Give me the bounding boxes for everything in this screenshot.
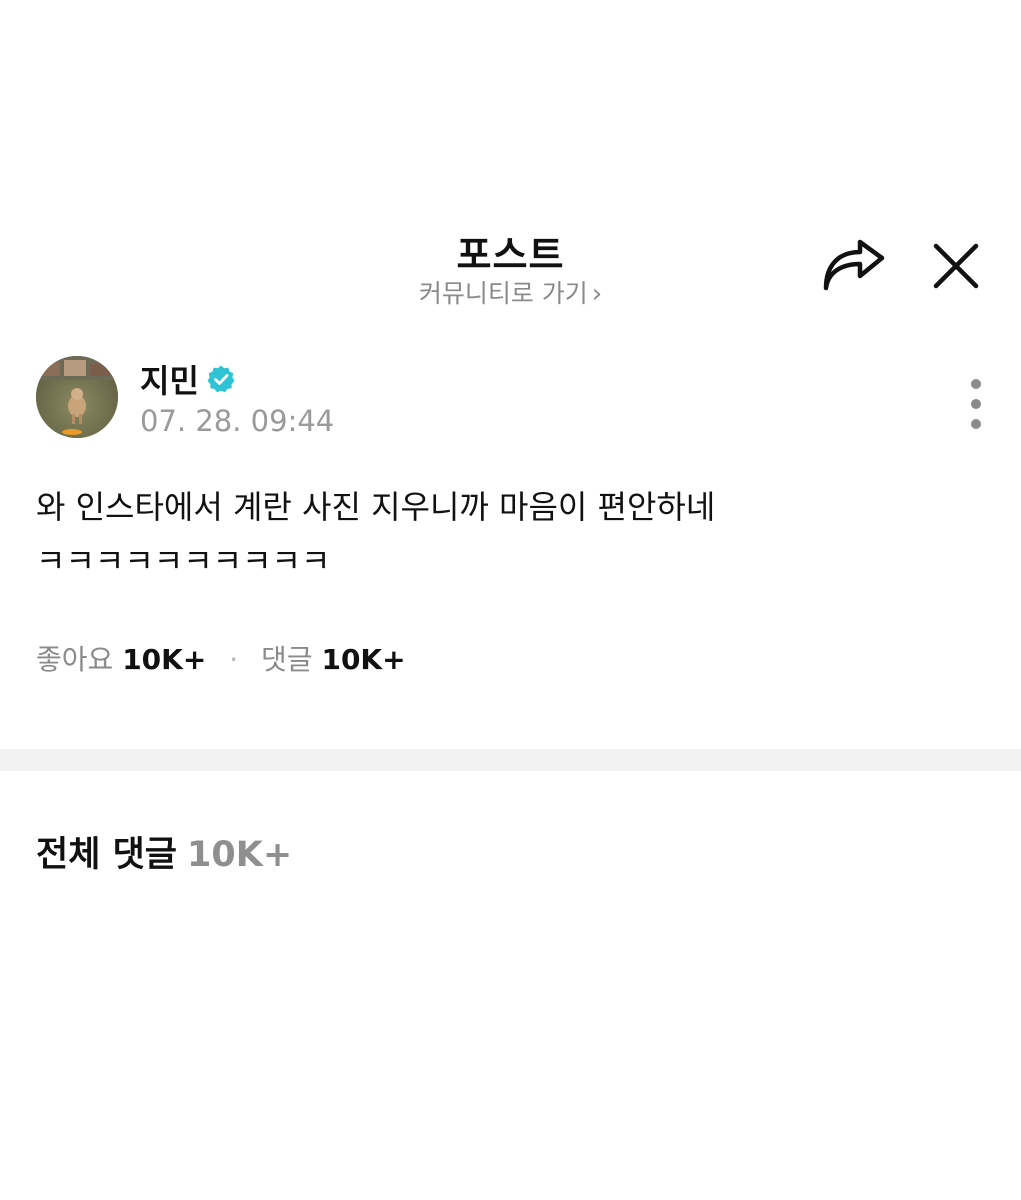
comments-section-count: 10K+ <box>187 835 293 875</box>
section-divider <box>0 749 1021 771</box>
post-stats: 좋아요 10K+ · 댓글 10K+ <box>36 638 406 678</box>
top-bar: 포스트 커뮤니티로 가기 › <box>0 210 1021 320</box>
avatar-image <box>36 356 118 438</box>
verified-badge-icon <box>207 365 235 393</box>
share-arrow-icon <box>823 239 885 291</box>
avatar[interactable] <box>36 356 118 438</box>
more-vertical-icon <box>971 379 981 429</box>
share-button[interactable] <box>820 238 888 294</box>
community-link-label: 커뮤니티로 가기 <box>418 279 588 308</box>
likes-count[interactable]: 10K+ <box>122 643 206 676</box>
author-name[interactable]: 지민 <box>140 356 199 402</box>
post-detail-screen: 포스트 커뮤니티로 가기 › 지민 07. 28. 09:44 와 인스타에서 … <box>0 0 1021 1200</box>
likes-label: 좋아요 <box>36 643 114 676</box>
stats-separator: · <box>229 643 239 676</box>
post-author-row: 지민 07. 28. 09:44 <box>0 352 1021 448</box>
comments-section-header: 전체 댓글 10K+ <box>36 826 292 877</box>
close-icon <box>933 243 979 289</box>
post-timestamp: 07. 28. 09:44 <box>140 404 335 438</box>
close-button[interactable] <box>928 238 984 294</box>
chevron-right-icon: › <box>591 279 603 309</box>
comments-count[interactable]: 10K+ <box>321 643 405 676</box>
post-body-text: 와 인스타에서 계란 사진 지우니까 마음이 편안하네 ㅋㅋㅋㅋㅋㅋㅋㅋㅋㅋ <box>36 488 716 580</box>
more-options-button[interactable] <box>956 376 996 436</box>
comments-label: 댓글 <box>261 643 313 676</box>
comments-section-title: 전체 댓글 <box>36 835 177 875</box>
